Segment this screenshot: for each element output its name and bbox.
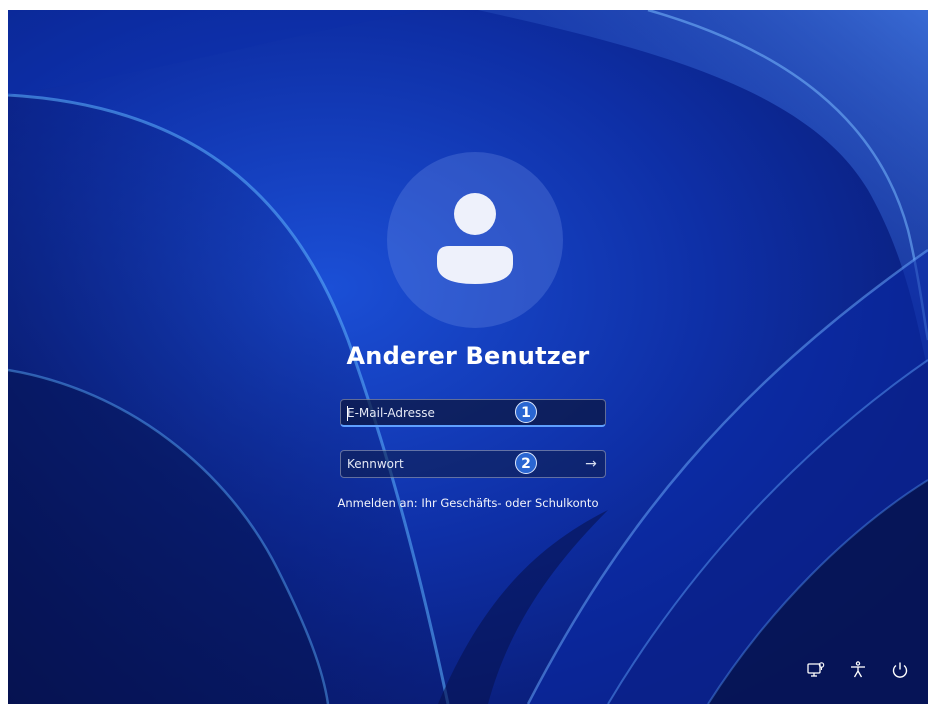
accessibility-icon[interactable] bbox=[848, 660, 868, 680]
arrow-right-icon: → bbox=[585, 456, 597, 472]
network-icon[interactable] bbox=[806, 660, 826, 680]
callout-badge-2: 2 bbox=[515, 452, 537, 474]
user-avatar bbox=[387, 152, 563, 328]
power-icon[interactable] bbox=[890, 660, 910, 680]
callout-badge-1: 1 bbox=[515, 401, 537, 423]
email-field[interactable]: 1 bbox=[340, 399, 606, 427]
user-name-title: Anderer Benutzer bbox=[346, 342, 590, 370]
submit-arrow-button[interactable]: → bbox=[577, 451, 605, 477]
lock-screen: Anderer Benutzer 1 2 → Anmelden an: Ihr … bbox=[8, 10, 928, 704]
sign-in-hint: Anmelden an: Ihr Geschäfts- oder Schulko… bbox=[337, 496, 599, 510]
password-field[interactable]: 2 → bbox=[340, 450, 606, 478]
user-silhouette-icon bbox=[437, 193, 513, 284]
